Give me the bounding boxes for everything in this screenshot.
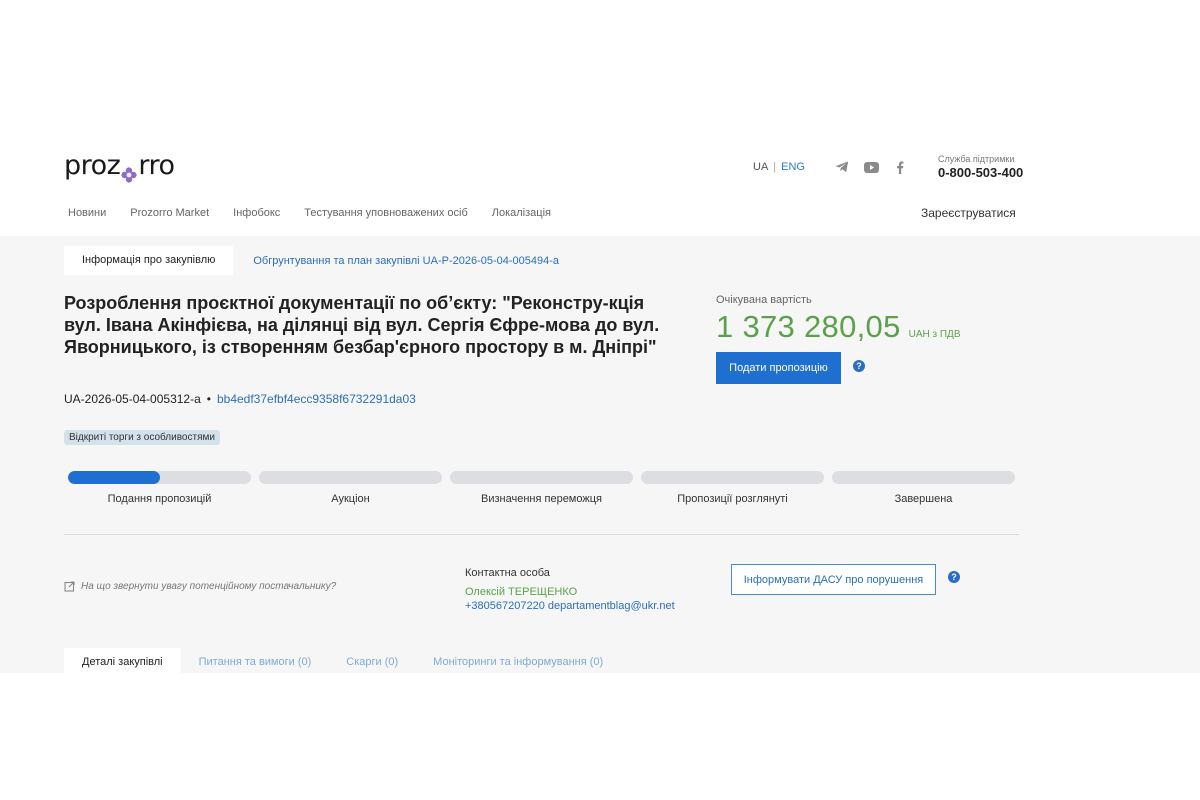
- tender-hash-link[interactable]: bb4edf37efbf4ecc9358f6732291da03: [217, 392, 416, 406]
- stage-bar: [832, 471, 1015, 484]
- main-nav: Новини Prozorro Market Інфобокс Тестуван…: [68, 207, 551, 219]
- expected-value-row: 1 373 280,05 UAH з ПДВ: [716, 309, 961, 345]
- expected-value-label: Очікувана вартість: [716, 294, 812, 306]
- tender-progress: Подання пропозицій Аукціон Визначення пе…: [68, 471, 1015, 505]
- tab-tender-info[interactable]: Інформація про закупівлю: [64, 246, 234, 275]
- procedure-type-badge: Відкриті торги з особливостями: [64, 430, 220, 445]
- section-divider: [64, 534, 1019, 535]
- stage-label: Визначення переможця: [481, 493, 602, 505]
- help-icon[interactable]: ?: [853, 360, 865, 372]
- lang-separator: |: [773, 161, 777, 173]
- supplier-tip-link[interactable]: На що звернути увагу потенційному постач…: [64, 581, 336, 592]
- external-link-icon: [64, 581, 75, 592]
- stage-bar-fill: [68, 471, 160, 484]
- submit-proposal-button[interactable]: Подати пропозицію: [716, 352, 841, 384]
- expected-amount: 1 373 280,05: [716, 309, 901, 344]
- stage-reviewed: Пропозиції розглянуті: [641, 471, 824, 505]
- prozorro-logo[interactable]: proz rro: [64, 150, 175, 183]
- expected-value-block: Очікувана вартість 1 373 280,05 UAH з ПД…: [716, 294, 961, 345]
- contact-phone-email[interactable]: +380567207220 departamentblag@ukr.net: [465, 599, 675, 613]
- nav-item-market[interactable]: Prozorro Market: [130, 207, 209, 219]
- nav-item-testing[interactable]: Тестування уповноважених осіб: [304, 207, 467, 219]
- nav-item-infobox[interactable]: Інфобокс: [233, 207, 280, 219]
- tender-detail-tabs: Деталі закупівлі Питання та вимоги (0) С…: [64, 648, 603, 676]
- support-phone[interactable]: 0-800-503-400: [938, 165, 1023, 180]
- stage-bar: [450, 471, 633, 484]
- youtube-icon[interactable]: [863, 159, 879, 175]
- facebook-icon[interactable]: [892, 159, 908, 175]
- stage-bar: [259, 471, 442, 484]
- stage-label: Подання пропозицій: [107, 493, 212, 505]
- social-links: [834, 159, 908, 175]
- id-separator: •: [206, 392, 211, 406]
- support-block: Служба підтримки 0-800-503-400: [938, 154, 1023, 180]
- stage-bar: [68, 471, 251, 484]
- report-violation-button[interactable]: Інформувати ДАСУ про порушення: [731, 564, 936, 595]
- tender-title: Розроблення проєктної документації по об…: [64, 293, 660, 357]
- tab-questions[interactable]: Питання та вимоги (0): [199, 648, 312, 668]
- lang-eng[interactable]: ENG: [781, 161, 805, 173]
- help-icon[interactable]: ?: [948, 571, 960, 583]
- site-header: proz rro UA | ENG Служба підтримки 0-800-…: [0, 140, 1200, 236]
- stage-label: Завершена: [894, 493, 953, 505]
- telegram-icon[interactable]: [834, 159, 850, 175]
- tab-complaints[interactable]: Скарги (0): [346, 648, 398, 668]
- page: proz rro UA | ENG Служба підтримки 0-800-…: [0, 0, 1200, 800]
- stage-bar: [641, 471, 824, 484]
- logo-text-start: proz: [64, 150, 121, 181]
- register-link[interactable]: Зареєструватися: [921, 206, 1016, 220]
- nav-item-news[interactable]: Новини: [68, 207, 106, 219]
- language-switcher: UA | ENG: [753, 161, 805, 173]
- tender-id-line: UA-2026-05-04-005312-a • bb4edf37efbf4ec…: [64, 392, 416, 406]
- logo-text-end: rro: [138, 150, 175, 181]
- nav-item-localization[interactable]: Локалізація: [492, 207, 551, 219]
- contact-name: Олексій ТЕРЕЩЕНКО: [465, 586, 578, 598]
- stage-winner: Визначення переможця: [450, 471, 633, 505]
- tab-tender-details[interactable]: Деталі закупівлі: [64, 648, 181, 676]
- contact-person-block: Контактна особа Олексій ТЕРЕЩЕНКО +38056…: [465, 566, 675, 613]
- stage-submission: Подання пропозицій: [68, 471, 251, 505]
- contact-label: Контактна особа: [465, 567, 550, 579]
- stage-label: Аукціон: [331, 493, 370, 505]
- tender-content: Інформація про закупівлю Обгрунтування т…: [0, 236, 1200, 676]
- tender-id: UA-2026-05-04-005312-a: [64, 392, 201, 406]
- tab-monitoring[interactable]: Моніторинги та інформування (0): [433, 648, 603, 668]
- stage-label: Пропозиції розглянуті: [677, 493, 788, 505]
- supplier-tip-text: На що звернути увагу потенційному постач…: [81, 581, 337, 592]
- tender-subtabs: Інформація про закупівлю Обгрунтування т…: [64, 246, 559, 275]
- support-label: Служба підтримки: [938, 154, 1015, 164]
- flower-icon: [121, 159, 137, 183]
- stage-auction: Аукціон: [259, 471, 442, 505]
- tab-plan-link[interactable]: Обгрунтування та план закупівлі UA-P-202…: [253, 255, 559, 267]
- lang-ua[interactable]: UA: [753, 161, 768, 173]
- stage-completed: Завершена: [832, 471, 1015, 505]
- expected-currency-vat: UAH з ПДВ: [908, 329, 961, 340]
